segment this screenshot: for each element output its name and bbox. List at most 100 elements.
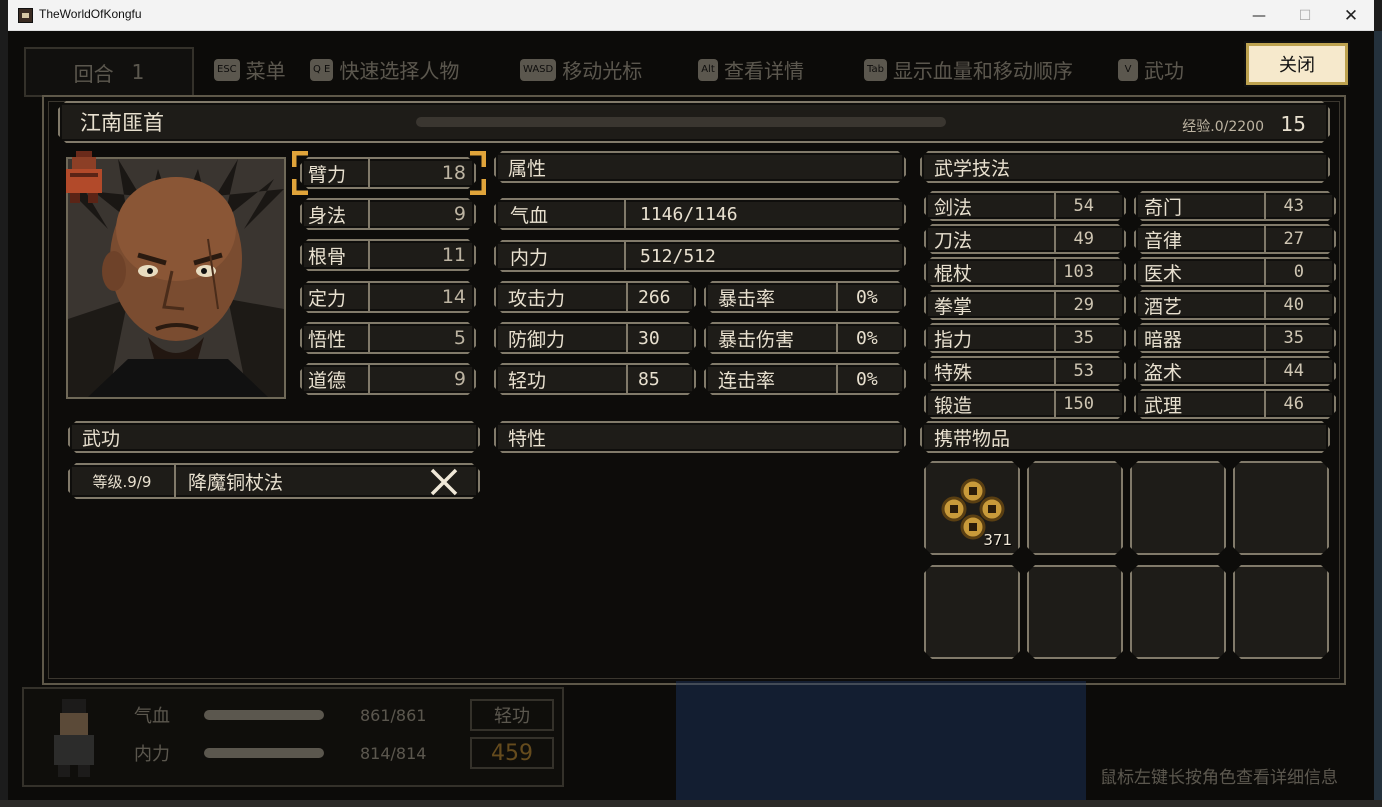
attr-label: 防御力 xyxy=(496,324,628,352)
hint-menu: ESC 菜单 xyxy=(214,55,286,84)
skill-label: 酒艺 xyxy=(1136,292,1266,318)
skill-row[interactable]: 奇门 43 xyxy=(1134,191,1336,221)
item-slot[interactable] xyxy=(1027,565,1123,659)
skill-row[interactable]: 刀法 49 xyxy=(924,224,1126,254)
skill-row[interactable]: 特殊 53 xyxy=(924,356,1126,386)
skill-label: 剑法 xyxy=(926,193,1056,219)
attr-defense[interactable]: 防御力 30 xyxy=(494,322,696,354)
traits-header: 特性 xyxy=(494,421,906,453)
stat-agility[interactable]: 身法 9 xyxy=(300,198,476,230)
item-slot[interactable] xyxy=(1233,565,1329,659)
character-panel: 江南匪首 经验.0/2200 15 臂力 18 身法 9 根骨 11 定力 14… xyxy=(42,95,1346,685)
skill-label: 奇门 xyxy=(1136,193,1266,219)
attr-mp[interactable]: 内力 512/512 xyxy=(494,240,906,272)
game-viewport: 回合 1 ESC 菜单 Q E 快速选择人物 WASD 移动光标 Alt 查看详… xyxy=(8,31,1374,800)
wugong-row[interactable]: 等级.9/9 降魔铜杖法 xyxy=(68,463,480,499)
skill-row[interactable]: 拳掌 29 xyxy=(924,290,1126,320)
unit-mp-label: 内力 xyxy=(134,744,170,765)
hint-show-hp: Tab 显示血量和移动顺序 xyxy=(864,55,1073,84)
wugong-header: 武功 xyxy=(68,421,480,453)
name-bar: 江南匪首 经验.0/2200 15 xyxy=(58,101,1330,143)
attr-hp[interactable]: 气血 1146/1146 xyxy=(494,198,906,230)
round-value: 1 xyxy=(131,60,145,84)
wugong-level: 等级.9/9 xyxy=(70,465,176,497)
skill-value: 27 xyxy=(1283,229,1304,249)
skill-value: 54 xyxy=(1073,196,1094,216)
skill-label: 拳掌 xyxy=(926,292,1056,318)
skill-row[interactable]: 音律 27 xyxy=(1134,224,1336,254)
attr-label: 内力 xyxy=(496,242,626,270)
stat-label: 根骨 xyxy=(302,241,370,269)
attr-crit-rate[interactable]: 暴击率 0% xyxy=(704,281,906,313)
stat-value: 14 xyxy=(441,286,466,308)
skill-row[interactable]: 盗术 44 xyxy=(1134,356,1336,386)
hint-label: 移动光标 xyxy=(562,59,643,83)
skill-row[interactable]: 指力 35 xyxy=(924,323,1126,353)
attr-value: 0% xyxy=(856,327,878,349)
minimize-button[interactable]: — xyxy=(1236,0,1282,31)
attr-label: 暴击伤害 xyxy=(706,324,838,352)
item-slot[interactable] xyxy=(924,565,1020,659)
stat-label: 悟性 xyxy=(302,324,370,352)
attr-label: 气血 xyxy=(496,200,626,228)
skill-row[interactable]: 医术 0 xyxy=(1134,257,1336,287)
skill-value: 46 xyxy=(1283,394,1304,414)
unit-status-box: 气血 861/861 内力 814/814 轻功 459 xyxy=(22,687,564,787)
stat-value: 5 xyxy=(453,327,466,349)
window-close-button[interactable]: ✕ xyxy=(1328,0,1374,31)
maximize-button[interactable]: ☐ xyxy=(1282,0,1328,31)
hint-wugong: V 武功 xyxy=(1118,55,1184,84)
attr-qinggong[interactable]: 轻功 85 xyxy=(494,363,696,395)
stat-morality[interactable]: 道德 9 xyxy=(300,363,476,395)
attr-value: 1146/1146 xyxy=(640,203,738,225)
character-level: 15 xyxy=(1280,112,1306,136)
key-icon: Q E xyxy=(310,58,334,81)
key-icon: V xyxy=(1118,58,1138,81)
stat-value: 11 xyxy=(441,244,466,266)
unequip-x-icon[interactable] xyxy=(428,467,460,497)
skill-label: 锻造 xyxy=(926,391,1056,417)
window-titlebar: TheWorldOfKongfu — ☐ ✕ xyxy=(8,0,1374,31)
skill-label: 音律 xyxy=(1136,226,1266,252)
round-label: 回合 xyxy=(73,61,114,86)
stat-value: 9 xyxy=(453,203,466,225)
skill-row[interactable]: 棍杖 103 xyxy=(924,257,1126,287)
stat-focus[interactable]: 定力 14 xyxy=(300,281,476,313)
item-slot[interactable] xyxy=(1027,461,1123,555)
item-slot[interactable] xyxy=(1233,461,1329,555)
skill-value: 43 xyxy=(1283,196,1304,216)
attr-crit-damage[interactable]: 暴击伤害 0% xyxy=(704,322,906,354)
status-hint: 鼠标左键长按角色查看详细信息 xyxy=(1100,768,1338,788)
skill-row[interactable]: 锻造 150 xyxy=(924,389,1126,419)
attributes-header: 属性 xyxy=(494,151,906,183)
skill-value: 49 xyxy=(1073,229,1094,249)
close-panel-button[interactable]: 关闭 xyxy=(1244,41,1350,87)
attr-attack[interactable]: 攻击力 266 xyxy=(494,281,696,313)
unit-sprite-icon xyxy=(54,699,94,777)
skill-label: 盗术 xyxy=(1136,358,1266,384)
desktop-edge xyxy=(1374,31,1382,807)
stat-comprehension[interactable]: 悟性 5 xyxy=(300,322,476,354)
hint-move-cursor: WASD 移动光标 xyxy=(520,55,642,84)
exp-label: 经验.0/2200 xyxy=(1182,119,1264,135)
item-slot[interactable] xyxy=(1130,461,1226,555)
stat-constitution[interactable]: 根骨 11 xyxy=(300,239,476,271)
character-name: 江南匪首 xyxy=(80,111,164,135)
unit-hp-value: 861/861 xyxy=(360,705,427,725)
skill-row[interactable]: 剑法 54 xyxy=(924,191,1126,221)
key-icon: Tab xyxy=(864,58,887,81)
skill-row[interactable]: 暗器 35 xyxy=(1134,323,1336,353)
item-slot[interactable] xyxy=(1130,565,1226,659)
attr-combo-rate[interactable]: 连击率 0% xyxy=(704,363,906,395)
stat-label: 道德 xyxy=(302,365,370,393)
key-icon: ESC xyxy=(214,58,240,81)
unit-hp-bar xyxy=(204,710,324,720)
key-icon: Alt xyxy=(698,58,718,81)
item-slot[interactable]: 371 xyxy=(924,461,1020,555)
attr-value: 30 xyxy=(638,327,660,349)
stat-label: 定力 xyxy=(302,283,370,311)
skill-value: 35 xyxy=(1283,328,1304,348)
skill-row[interactable]: 武理 46 xyxy=(1134,389,1336,419)
key-icon: WASD xyxy=(520,58,557,81)
skill-row[interactable]: 酒艺 40 xyxy=(1134,290,1336,320)
